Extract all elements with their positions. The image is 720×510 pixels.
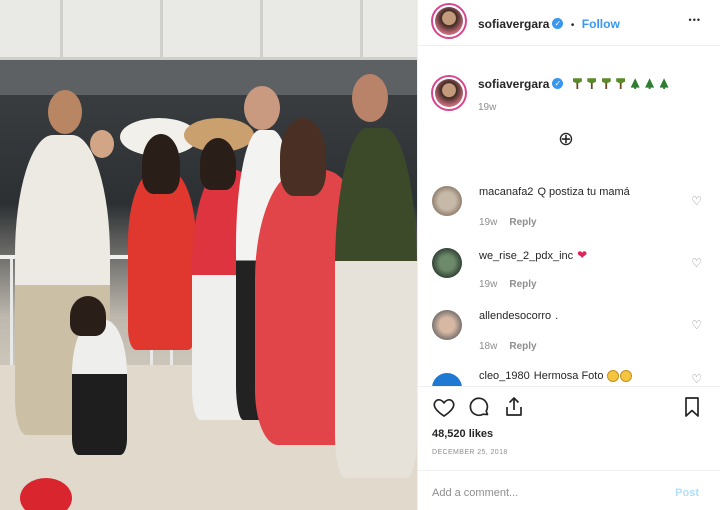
heart-icon[interactable]: ♡ [691, 318, 702, 332]
comment-username[interactable]: macanafa2 [479, 186, 533, 198]
list-item: allendesocorro. 18w Reply ♡ [432, 310, 712, 366]
like-heart-icon[interactable] [432, 395, 456, 419]
list-item: we_rise_2_pdx_inc ❤ 19w Reply ♡ [432, 248, 712, 304]
comment-text: . [555, 310, 559, 322]
likes-count[interactable]: 48,520 likes [432, 428, 493, 440]
verified-badge-icon: ✓ [552, 78, 564, 90]
comment-bubble-icon[interactable] [467, 395, 491, 419]
comment-time: 19w [479, 217, 498, 228]
reply-button[interactable]: Reply [509, 217, 536, 228]
comment-username[interactable]: we_rise_2_pdx_inc [479, 250, 573, 262]
heart-icon[interactable]: ♡ [691, 194, 702, 208]
comment-avatar[interactable] [432, 186, 462, 216]
person-woman-red-dress-hat [128, 170, 196, 350]
palm-tree-icon [572, 78, 582, 90]
photo-roof [0, 0, 417, 60]
reply-button[interactable]: Reply [509, 279, 536, 290]
heart-icon[interactable]: ♡ [691, 256, 702, 270]
christmas-tree-icon [630, 78, 640, 90]
comment-text: Hermosa Foto [533, 370, 604, 382]
heart-icon[interactable]: ♡ [691, 372, 702, 386]
list-item: macanafa2 Q postiza tu mamá 19w Reply ♡ [432, 186, 712, 242]
header-username[interactable]: sofiavergara [478, 17, 549, 31]
person-child-white-top [72, 320, 127, 455]
person-man-tropical-shirt [335, 128, 417, 478]
comment-box-divider [418, 470, 720, 471]
palm-tree-icon [601, 78, 611, 90]
comment-avatar[interactable] [432, 310, 462, 340]
christmas-tree-icon [659, 78, 669, 90]
caption-avatar[interactable] [431, 75, 467, 111]
comment-text: Q postiza tu mamá [537, 186, 630, 198]
christmas-tree-icon [645, 78, 655, 90]
post-header: sofiavergara ✓ • Follow ••• [418, 0, 720, 44]
caption: sofiavergara ✓ 19w [418, 64, 720, 120]
palm-tree-icon [587, 78, 597, 90]
comment-time: 18w [479, 341, 498, 352]
palm-tree-icon [616, 78, 626, 90]
load-more-comments-icon[interactable]: ⊕ [555, 129, 577, 151]
caption-username[interactable]: sofiavergara [478, 77, 549, 91]
reply-button[interactable]: Reply [509, 341, 536, 352]
post-button[interactable]: Post [675, 487, 699, 499]
clapping-hands-icon [620, 370, 633, 383]
list-item: cleo_1980 Hermosa Foto ♡ [432, 368, 712, 386]
actions-divider [418, 386, 720, 387]
post-photo[interactable] [0, 0, 417, 510]
share-icon[interactable] [502, 395, 526, 419]
follow-button[interactable]: Follow [582, 17, 620, 31]
comment-time: 19w [479, 279, 498, 290]
add-comment-input[interactable]: Add a comment... [432, 487, 518, 499]
avatar[interactable] [431, 3, 467, 39]
red-heart-icon: ❤ [577, 248, 588, 262]
caption-time: 19w [478, 102, 497, 113]
comment-username[interactable]: cleo_1980 [479, 370, 530, 382]
action-bar [432, 395, 707, 421]
bookmark-icon[interactable] [680, 395, 704, 419]
header-divider [418, 45, 720, 46]
comment-avatar[interactable] [432, 373, 462, 386]
red-ball [20, 478, 72, 510]
comment-username[interactable]: allendesocorro [479, 310, 551, 322]
verified-badge-icon: ✓ [552, 18, 564, 30]
post-side-panel: sofiavergara ✓ • Follow ••• sofiavergara ✓… [417, 0, 720, 510]
header-separator: • [570, 20, 575, 31]
post-date: DECEMBER 25, 2018 [432, 449, 508, 456]
caption-emojis [572, 75, 669, 92]
more-options-icon[interactable]: ••• [689, 15, 701, 25]
clapping-hands-icon [607, 370, 620, 383]
comment-avatar[interactable] [432, 248, 462, 278]
